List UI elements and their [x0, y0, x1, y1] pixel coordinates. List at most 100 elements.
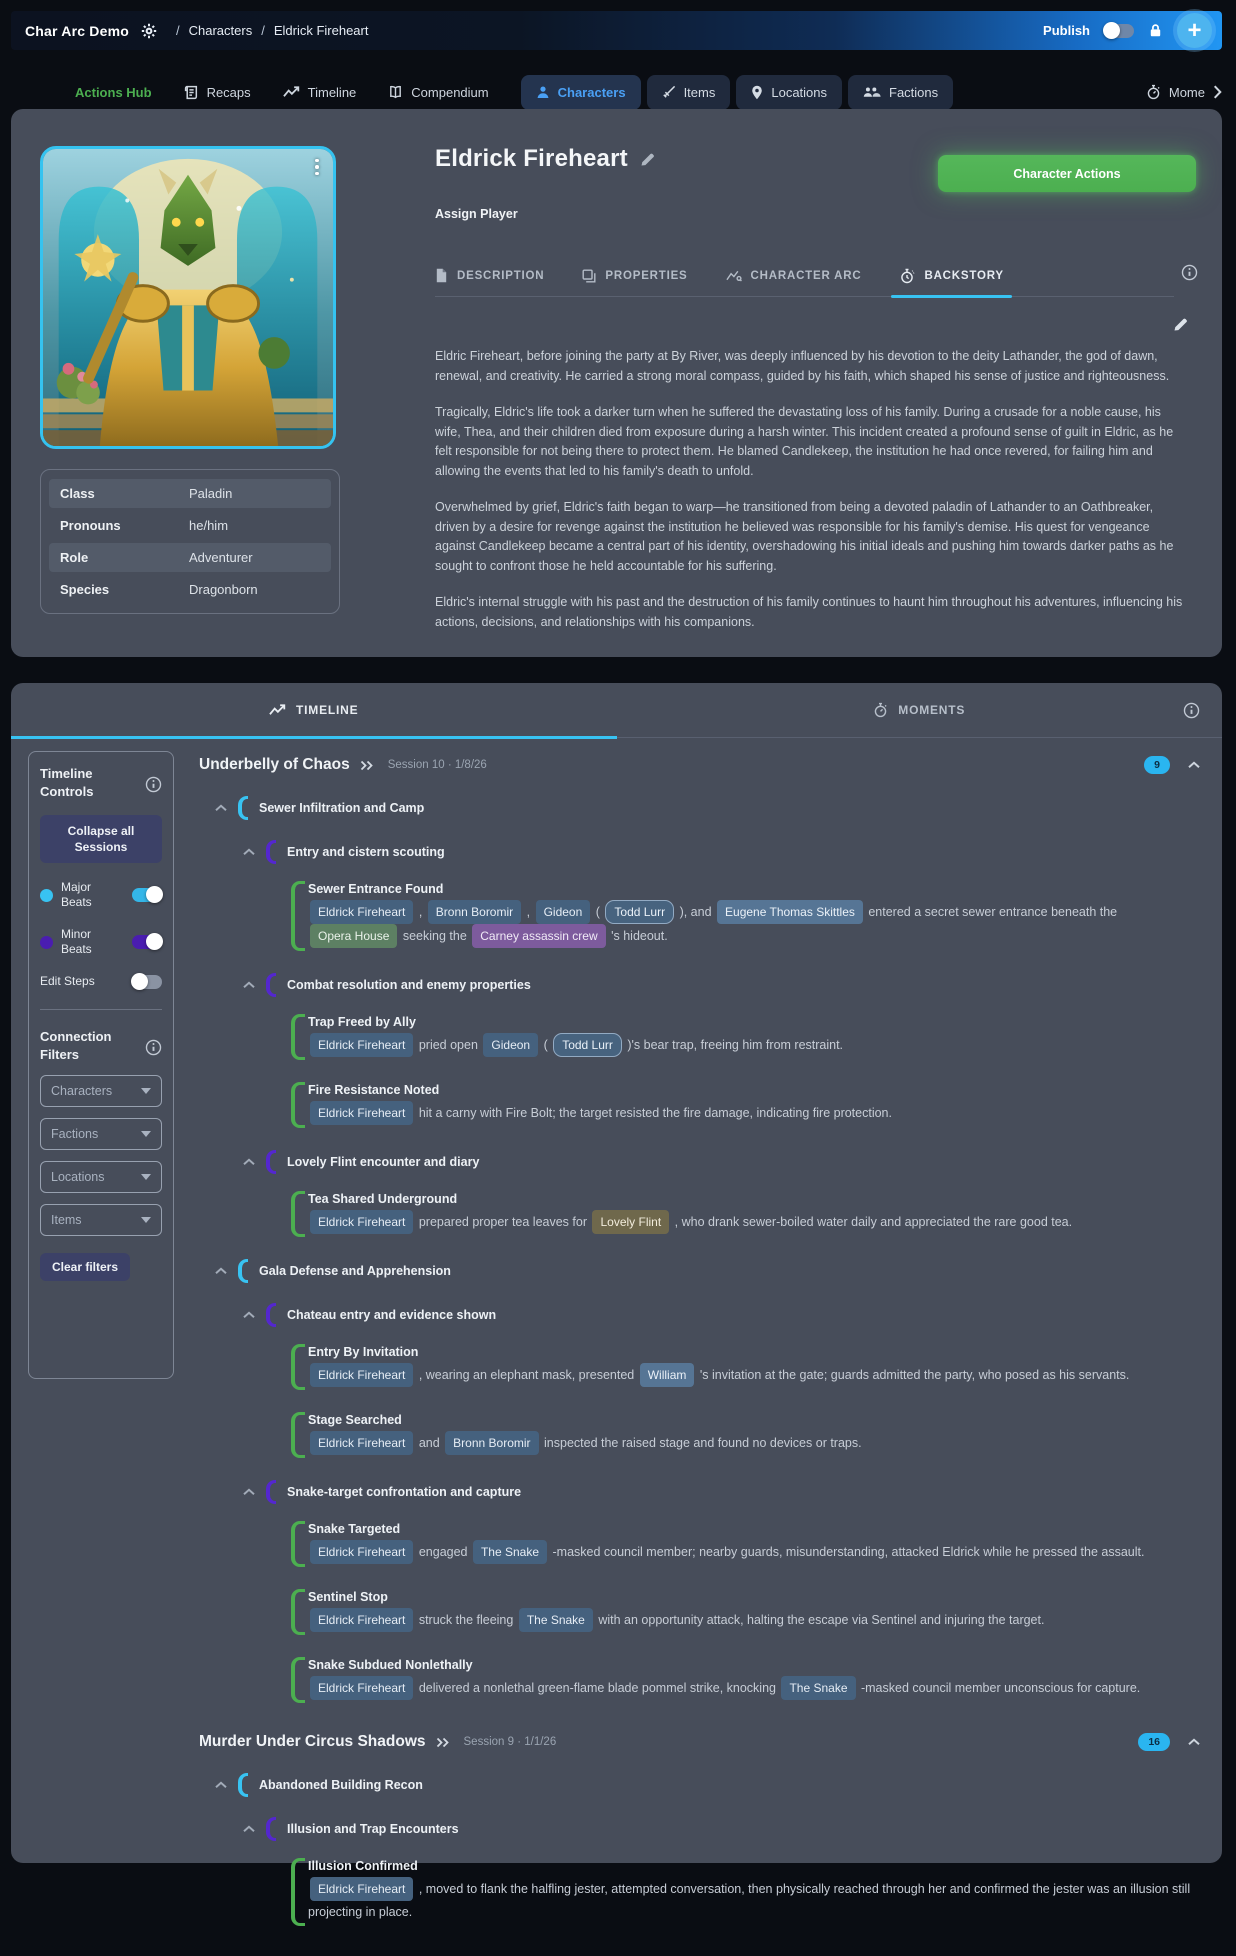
session-title[interactable]: Murder Under Circus Shadows	[199, 1733, 426, 1751]
tab-character-arc[interactable]: CHARACTER ARC	[725, 255, 862, 296]
group-title[interactable]: Lovely Flint encounter and diary	[287, 1155, 479, 1169]
collapse-all-sessions-button[interactable]: Collapse all Sessions	[40, 815, 162, 863]
group-title[interactable]: Gala Defense and Apprehension	[259, 1264, 451, 1278]
publish-label: Publish	[1043, 23, 1090, 38]
nav-tab-characters[interactable]: Characters	[520, 74, 641, 110]
chevron-up-icon[interactable]	[243, 1311, 255, 1319]
toggle-edit-steps[interactable]	[131, 972, 162, 990]
chevron-up-icon[interactable]	[243, 1488, 255, 1496]
entity-chip-eldrick-fireheart[interactable]: Eldrick Fireheart	[310, 1676, 414, 1700]
nav-tab-items[interactable]: Items	[646, 74, 731, 110]
group-title[interactable]: Snake-target confrontation and capture	[287, 1485, 521, 1499]
nav-tab-locations[interactable]: Locations	[736, 74, 843, 110]
entity-chip-eldrick-fireheart[interactable]: Eldrick Fireheart	[310, 1363, 414, 1387]
double-chevron-right-icon[interactable]	[436, 1737, 450, 1748]
info-icon[interactable]	[1181, 264, 1198, 281]
nav-tab-factions[interactable]: Factions	[848, 74, 954, 110]
nav-tab-timeline[interactable]: Timeline	[282, 85, 356, 100]
entity-chip-eldrick-fireheart[interactable]: Eldrick Fireheart	[310, 1101, 414, 1125]
tab-description[interactable]: DESCRIPTION	[435, 255, 544, 296]
nav-tab-recaps[interactable]: Recaps	[184, 85, 251, 100]
chevron-up-icon[interactable]	[215, 804, 227, 812]
publish-toggle[interactable]	[1103, 21, 1134, 39]
lock-icon[interactable]	[1148, 23, 1163, 38]
gear-icon[interactable]	[141, 23, 157, 39]
chevron-up-icon[interactable]	[243, 981, 255, 989]
info-icon[interactable]	[1183, 702, 1200, 719]
chevron-up-icon[interactable]	[243, 1825, 255, 1833]
entity-chip-eldrick-fireheart[interactable]: Eldrick Fireheart	[310, 1608, 414, 1632]
entity-chip-eugene-thomas-skittles[interactable]: Eugene Thomas Skittles	[717, 900, 863, 924]
entity-chip-eldrick-fireheart[interactable]: Eldrick Fireheart	[310, 1210, 414, 1234]
info-icon[interactable]	[145, 1030, 162, 1064]
entity-chip-eldrick-fireheart[interactable]: Eldrick Fireheart	[310, 1877, 414, 1901]
edit-name-icon[interactable]	[640, 152, 655, 167]
chevron-up-icon[interactable]	[1188, 761, 1200, 769]
group-title[interactable]: Combat resolution and enemy properties	[287, 978, 531, 992]
beat-title[interactable]: Trap Freed by Ally	[308, 1015, 1200, 1029]
beat-title[interactable]: Tea Shared Underground	[308, 1192, 1200, 1206]
beat-title[interactable]: Snake Targeted	[308, 1522, 1200, 1536]
tab-timeline[interactable]: TIMELINE	[11, 683, 617, 739]
info-icon[interactable]	[145, 767, 162, 801]
entity-chip-the-snake[interactable]: The Snake	[781, 1676, 856, 1700]
tab-backstory[interactable]: BACKSTORY	[891, 255, 1013, 298]
nav-tab-compendium[interactable]: Compendium	[388, 85, 489, 100]
entity-chip-opera-house[interactable]: Opera House	[310, 924, 398, 948]
beat-title[interactable]: Fire Resistance Noted	[308, 1083, 1200, 1097]
group-title[interactable]: Entry and cistern scouting	[287, 845, 445, 859]
portrait-menu-icon[interactable]	[310, 156, 324, 178]
group-title[interactable]: Chateau entry and evidence shown	[287, 1308, 496, 1322]
filter-dropdown-characters[interactable]: Characters	[40, 1075, 162, 1107]
nav-tab-actions-hub[interactable]: Actions Hub	[75, 85, 152, 100]
tab-properties[interactable]: PROPERTIES	[582, 255, 687, 296]
add-button[interactable]: +	[1177, 13, 1212, 48]
group-title[interactable]: Abandoned Building Recon	[259, 1778, 423, 1792]
entity-chip-lovely-flint[interactable]: Lovely Flint	[592, 1210, 670, 1234]
filter-dropdown-locations[interactable]: Locations	[40, 1161, 162, 1193]
chevron-up-icon[interactable]	[243, 1158, 255, 1166]
filter-dropdown-items[interactable]: Items	[40, 1204, 162, 1236]
group-title[interactable]: Sewer Infiltration and Camp	[259, 801, 424, 815]
entity-chip-eldrick-fireheart[interactable]: Eldrick Fireheart	[310, 900, 414, 924]
tab-moments[interactable]: MOMENTS	[617, 683, 1223, 737]
toggle-minor-beats[interactable]	[132, 933, 163, 950]
entity-chip-eldrick-fireheart[interactable]: Eldrick Fireheart	[310, 1033, 414, 1057]
toggle-major-beats[interactable]	[132, 886, 163, 903]
entity-chip-gideon[interactable]: Gideon	[483, 1033, 539, 1057]
beat-title[interactable]: Entry By Invitation	[308, 1345, 1200, 1359]
entity-chip-william[interactable]: William	[639, 1363, 695, 1387]
entity-chip-bronn-boromir[interactable]: Bronn Boromir	[427, 900, 522, 924]
beat-title[interactable]: Stage Searched	[308, 1413, 1200, 1427]
entity-chip-gideon[interactable]: Gideon	[535, 900, 591, 924]
breadcrumb-item-eldrick-fireheart[interactable]: Eldrick Fireheart	[274, 23, 369, 38]
entity-chip-eldrick-fireheart[interactable]: Eldrick Fireheart	[310, 1540, 414, 1564]
entity-chip-eldrick-fireheart[interactable]: Eldrick Fireheart	[310, 1431, 414, 1455]
nav-tab-mome[interactable]: Mome	[1146, 84, 1205, 100]
filter-dropdown-factions[interactable]: Factions	[40, 1118, 162, 1150]
chevron-up-icon[interactable]	[1188, 1738, 1200, 1746]
beat-title[interactable]: Illusion Confirmed	[308, 1859, 1200, 1873]
double-chevron-right-icon[interactable]	[360, 760, 374, 771]
session-title[interactable]: Underbelly of Chaos	[199, 756, 350, 774]
group-title[interactable]: Illusion and Trap Encounters	[287, 1822, 459, 1836]
breadcrumb-item-characters[interactable]: Characters	[189, 23, 253, 38]
entity-chip-todd-lurr[interactable]: Todd Lurr	[605, 900, 675, 924]
entity-chip-carney-assassin-crew[interactable]: Carney assassin crew	[472, 924, 606, 948]
character-portrait[interactable]	[40, 146, 336, 449]
entity-chip-the-snake[interactable]: The Snake	[472, 1540, 548, 1564]
beat-title[interactable]: Sentinel Stop	[308, 1590, 1200, 1604]
chevron-up-icon[interactable]	[243, 848, 255, 856]
edit-backstory-icon[interactable]	[1173, 317, 1188, 332]
clear-filters-button[interactable]: Clear filters	[40, 1253, 131, 1281]
entity-chip-todd-lurr[interactable]: Todd Lurr	[553, 1033, 622, 1057]
chevron-right-icon[interactable]	[1213, 85, 1222, 99]
character-actions-button[interactable]: Character Actions	[938, 155, 1196, 192]
beat-title[interactable]: Snake Subdued Nonlethally	[308, 1658, 1200, 1672]
chevron-up-icon[interactable]	[215, 1267, 227, 1275]
beat-title[interactable]: Sewer Entrance Found	[308, 882, 1200, 896]
entity-chip-the-snake[interactable]: The Snake	[518, 1608, 593, 1632]
assign-player-link[interactable]: Assign Player	[435, 207, 518, 221]
chevron-up-icon[interactable]	[215, 1781, 227, 1789]
entity-chip-bronn-boromir[interactable]: Bronn Boromir	[445, 1431, 539, 1455]
